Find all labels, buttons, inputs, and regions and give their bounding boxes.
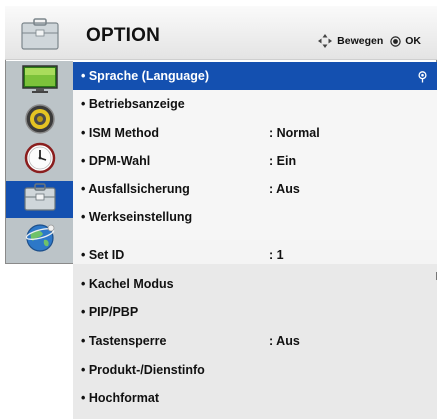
toolbox-icon — [21, 18, 59, 50]
menu-item-value: : Normal — [269, 126, 320, 140]
navigation-hint: Bewegen OK — [317, 33, 421, 49]
menu-item-label: • Produkt-/Dienstinfo — [81, 363, 205, 377]
category-sidebar — [6, 61, 73, 263]
menu-item-label: • Betriebsanzeige — [81, 97, 185, 111]
menu-item-label: • DPM-Wahl — [81, 154, 151, 168]
menu-item-label: • Sprache (Language) — [81, 69, 210, 83]
ok-hint-label: OK — [405, 35, 421, 47]
ok-button-icon — [390, 35, 401, 47]
menu-item-ism-method[interactable]: • ISM Method : Normal — [73, 119, 437, 147]
menu-item-factory-reset[interactable]: • Werkseinstellung — [73, 203, 437, 231]
move-arrows-icon — [317, 33, 333, 49]
toolbox-icon — [23, 182, 57, 217]
picture-icon — [21, 64, 59, 99]
menu-item-set-id[interactable]: • Set ID : 1 — [73, 241, 437, 269]
menu-item-fail-over[interactable]: • Ausfallsicherung : Aus — [73, 175, 437, 203]
menu-item-pip-pbp[interactable]: • PIP/PBP — [73, 298, 437, 326]
menu-item-key-lock[interactable]: • Tastensperre : Aus — [73, 327, 437, 355]
menu-item-value: : Ein — [269, 154, 297, 168]
move-hint-label: Bewegen — [337, 35, 384, 47]
sidebar-item-audio[interactable] — [6, 103, 73, 140]
menu-item-label: • Werkseinstellung — [81, 210, 193, 224]
sidebar-item-option[interactable] — [6, 181, 73, 218]
menu-item-value: : 1 — [269, 248, 284, 262]
sidebar-item-time[interactable] — [6, 142, 73, 179]
clock-icon — [24, 142, 56, 179]
menu-item-value: : Aus — [269, 334, 300, 348]
menu-item-label: • Hochformat — [81, 391, 159, 405]
osd-header: OPTION Bewegen OK — [5, 6, 437, 60]
menu-item-portrait[interactable]: • Hochformat — [73, 384, 437, 412]
menu-item-value: : Aus — [269, 182, 300, 196]
page-title: OPTION — [86, 25, 161, 46]
menu-item-label: • PIP/PBP — [81, 305, 139, 319]
sidebar-item-network[interactable] — [6, 221, 73, 258]
pointer-icon — [418, 71, 427, 86]
network-globe-icon — [23, 221, 57, 258]
speaker-icon — [24, 103, 56, 140]
menu-item-language[interactable]: • Sprache (Language) — [73, 62, 437, 90]
menu-item-product-info[interactable]: • Produkt-/Dienstinfo — [73, 356, 437, 384]
menu-item-dpm[interactable]: • DPM-Wahl : Ein — [73, 147, 437, 175]
menu-item-label: • Tastensperre — [81, 334, 167, 348]
menu-item-label: • ISM Method — [81, 126, 159, 140]
menu-item-label: • Ausfallsicherung — [81, 182, 190, 196]
menu-item-tile-mode[interactable]: • Kachel Modus — [73, 270, 437, 298]
menu-item-label: • Set ID — [81, 248, 125, 262]
menu-item-power-indicator[interactable]: • Betriebsanzeige — [73, 90, 437, 118]
sidebar-item-picture[interactable] — [6, 63, 73, 100]
menu-item-label: • Kachel Modus — [81, 277, 174, 291]
